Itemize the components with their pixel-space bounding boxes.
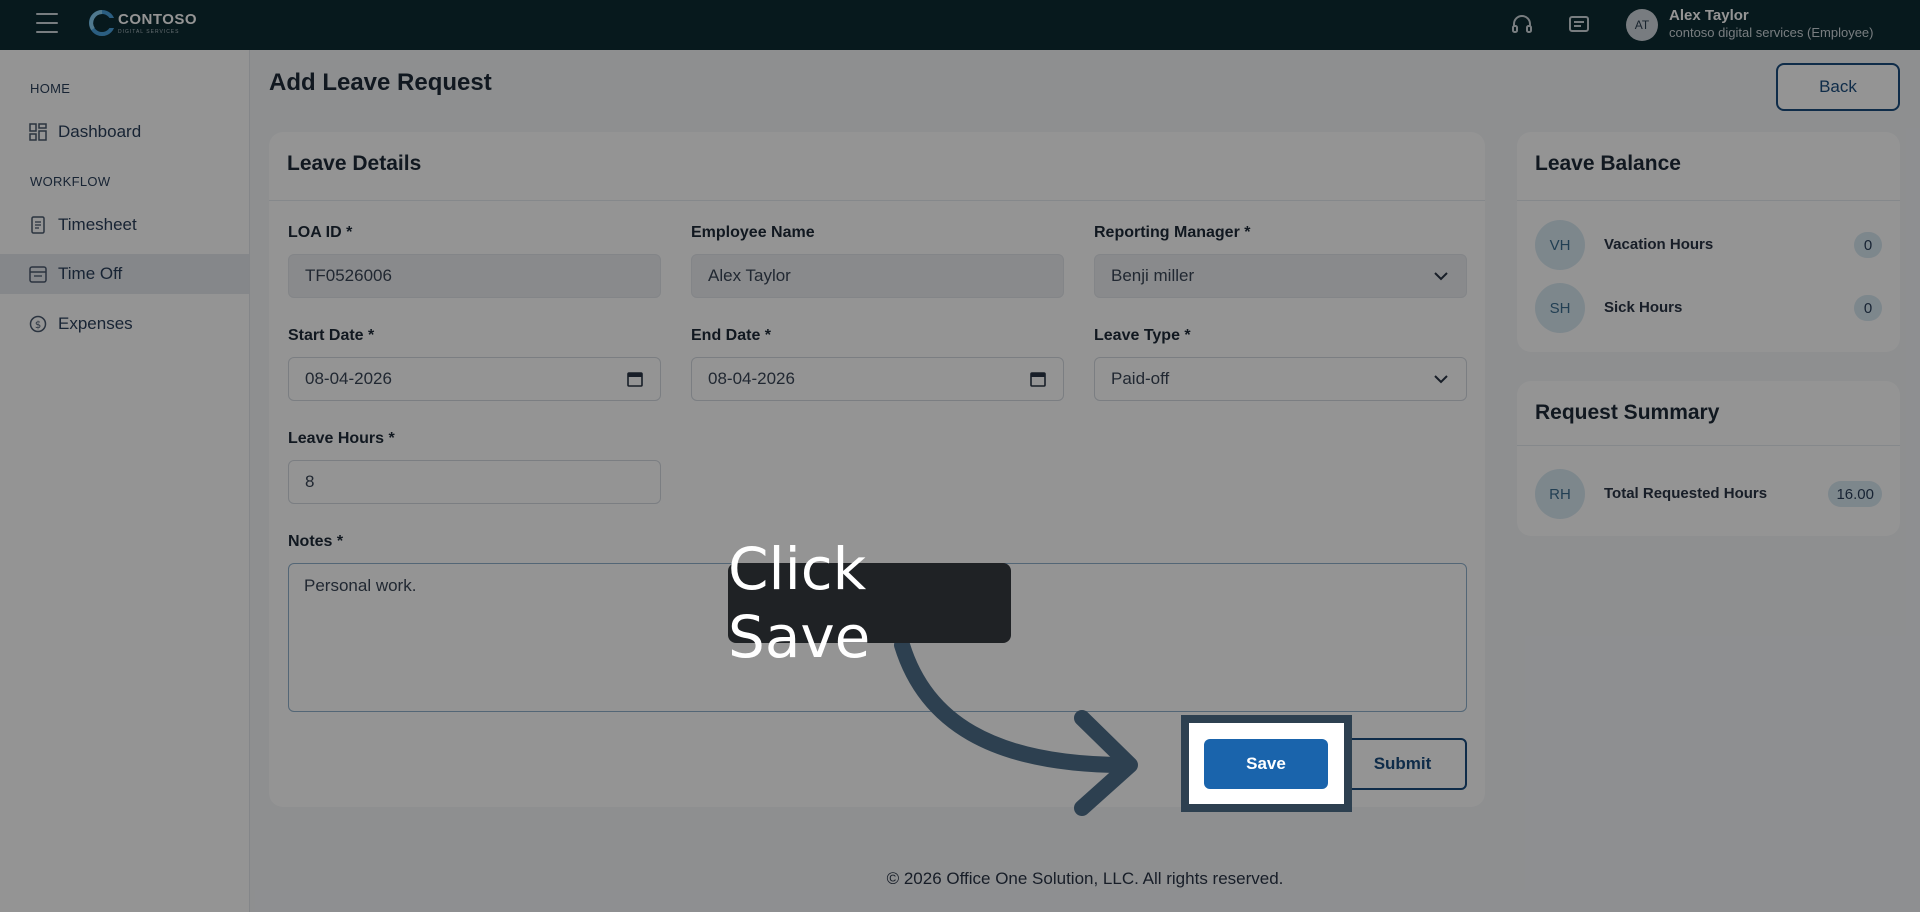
logo-mark-icon	[89, 10, 114, 36]
leave-type-label: Leave Type *	[1094, 327, 1191, 344]
logo-text: CONTOSO	[118, 11, 198, 28]
company-logo[interactable]: CONTOSO DIGITAL SERVICES	[88, 9, 197, 37]
balance-row-sick: SH Sick Hours 0	[1517, 283, 1900, 333]
tutorial-tooltip: Click Save	[728, 535, 1011, 671]
reporting-manager-select[interactable]: Benji miller	[1094, 254, 1467, 298]
request-summary-card: Request Summary RH Total Requested Hours…	[1517, 381, 1900, 536]
sidebar-item-label: Timesheet	[58, 215, 137, 234]
submit-button[interactable]: Submit	[1338, 738, 1467, 790]
leave-type-select[interactable]: Paid-off	[1094, 357, 1467, 401]
employee-name-field: Alex Taylor	[691, 254, 1064, 298]
sick-hours-label: Sick Hours	[1604, 299, 1683, 316]
sick-hours-avatar: SH	[1535, 283, 1585, 333]
leave-details-title: Leave Details	[287, 152, 422, 175]
leave-hours-label: Leave Hours *	[288, 430, 395, 447]
dollar-icon: $	[29, 315, 47, 333]
user-organization: contoso digital services (Employee)	[1669, 25, 1874, 40]
requested-hours-badge: 16.00	[1828, 481, 1882, 507]
leave-type-value: Paid-off	[1111, 369, 1170, 388]
sidebar-item-label: Dashboard	[58, 122, 142, 141]
loa-id-label: LOA ID *	[288, 224, 353, 241]
calendar-icon	[29, 266, 47, 283]
sidebar-item-time-off[interactable]: Time Off	[0, 254, 249, 294]
loa-id-field: TF0526006	[288, 254, 661, 298]
vacation-hours-badge: 0	[1854, 232, 1882, 258]
card-divider	[1517, 445, 1900, 446]
summary-row-requested: RH Total Requested Hours 16.00	[1517, 469, 1900, 519]
start-date-label: Start Date *	[288, 327, 375, 344]
top-navigation-bar: CONTOSO DIGITAL SERVICES AT Alex Taylor …	[0, 0, 1920, 50]
leave-hours-input[interactable]: 8	[288, 460, 661, 504]
chevron-down-icon	[1434, 375, 1448, 384]
employee-name-value: Alex Taylor	[708, 266, 791, 285]
vacation-hours-label: Vacation Hours	[1604, 236, 1714, 253]
user-avatar[interactable]: AT	[1626, 9, 1658, 41]
card-divider	[269, 200, 1485, 201]
end-date-value: 08-04-2026	[708, 369, 795, 388]
save-button[interactable]: Save	[1204, 739, 1328, 789]
reporting-manager-label: Reporting Manager *	[1094, 224, 1251, 241]
notes-label: Notes *	[288, 533, 344, 550]
back-button[interactable]: Back	[1776, 63, 1900, 111]
page-title: Add Leave Request	[269, 69, 492, 96]
user-name[interactable]: Alex Taylor	[1669, 7, 1749, 24]
logo-subtext: DIGITAL SERVICES	[118, 29, 180, 35]
sidebar-item-label: Expenses	[58, 314, 133, 333]
requested-hours-label: Total Requested Hours	[1604, 485, 1768, 502]
leave-balance-card: Leave Balance VH Vacation Hours 0 SH Sic…	[1517, 132, 1900, 352]
card-divider	[1517, 200, 1900, 201]
requested-hours-avatar: RH	[1535, 469, 1585, 519]
start-date-value: 08-04-2026	[305, 369, 392, 388]
chevron-down-icon	[1434, 272, 1448, 281]
loa-id-value: TF0526006	[305, 266, 392, 285]
message-icon[interactable]	[1567, 13, 1591, 37]
timesheet-icon	[31, 216, 45, 234]
leave-balance-title: Leave Balance	[1535, 152, 1681, 175]
balance-row-vacation: VH Vacation Hours 0	[1517, 220, 1900, 270]
sick-hours-badge: 0	[1854, 295, 1882, 321]
footer-copyright: © 2026 Office One Solution, LLC. All rig…	[886, 869, 1284, 888]
sidebar-item-dashboard[interactable]: Dashboard	[0, 112, 249, 152]
calendar-icon[interactable]	[1029, 370, 1047, 388]
employee-name-label: Employee Name	[691, 224, 815, 241]
menu-icon[interactable]	[36, 13, 58, 33]
sidebar-heading-home: HOME	[30, 81, 71, 96]
end-date-label: End Date *	[691, 327, 772, 344]
vacation-hours-avatar: VH	[1535, 220, 1585, 270]
headset-support-icon[interactable]	[1510, 13, 1534, 37]
dashboard-icon	[29, 123, 47, 141]
request-summary-title: Request Summary	[1535, 401, 1720, 424]
reporting-manager-value: Benji miller	[1111, 266, 1195, 285]
sidebar-item-expenses[interactable]: $ Expenses	[0, 304, 249, 344]
start-date-input[interactable]: 08-04-2026	[288, 357, 661, 401]
end-date-input[interactable]: 08-04-2026	[691, 357, 1064, 401]
sidebar-item-label: Time Off	[58, 264, 123, 283]
sidebar: HOME Dashboard WORKFLOW Timesheet Time O…	[0, 50, 250, 912]
svg-text:$: $	[35, 320, 41, 331]
calendar-icon[interactable]	[626, 370, 644, 388]
sidebar-item-timesheet[interactable]: Timesheet	[0, 205, 249, 245]
leave-hours-value: 8	[305, 472, 315, 491]
sidebar-heading-workflow: WORKFLOW	[30, 174, 111, 189]
